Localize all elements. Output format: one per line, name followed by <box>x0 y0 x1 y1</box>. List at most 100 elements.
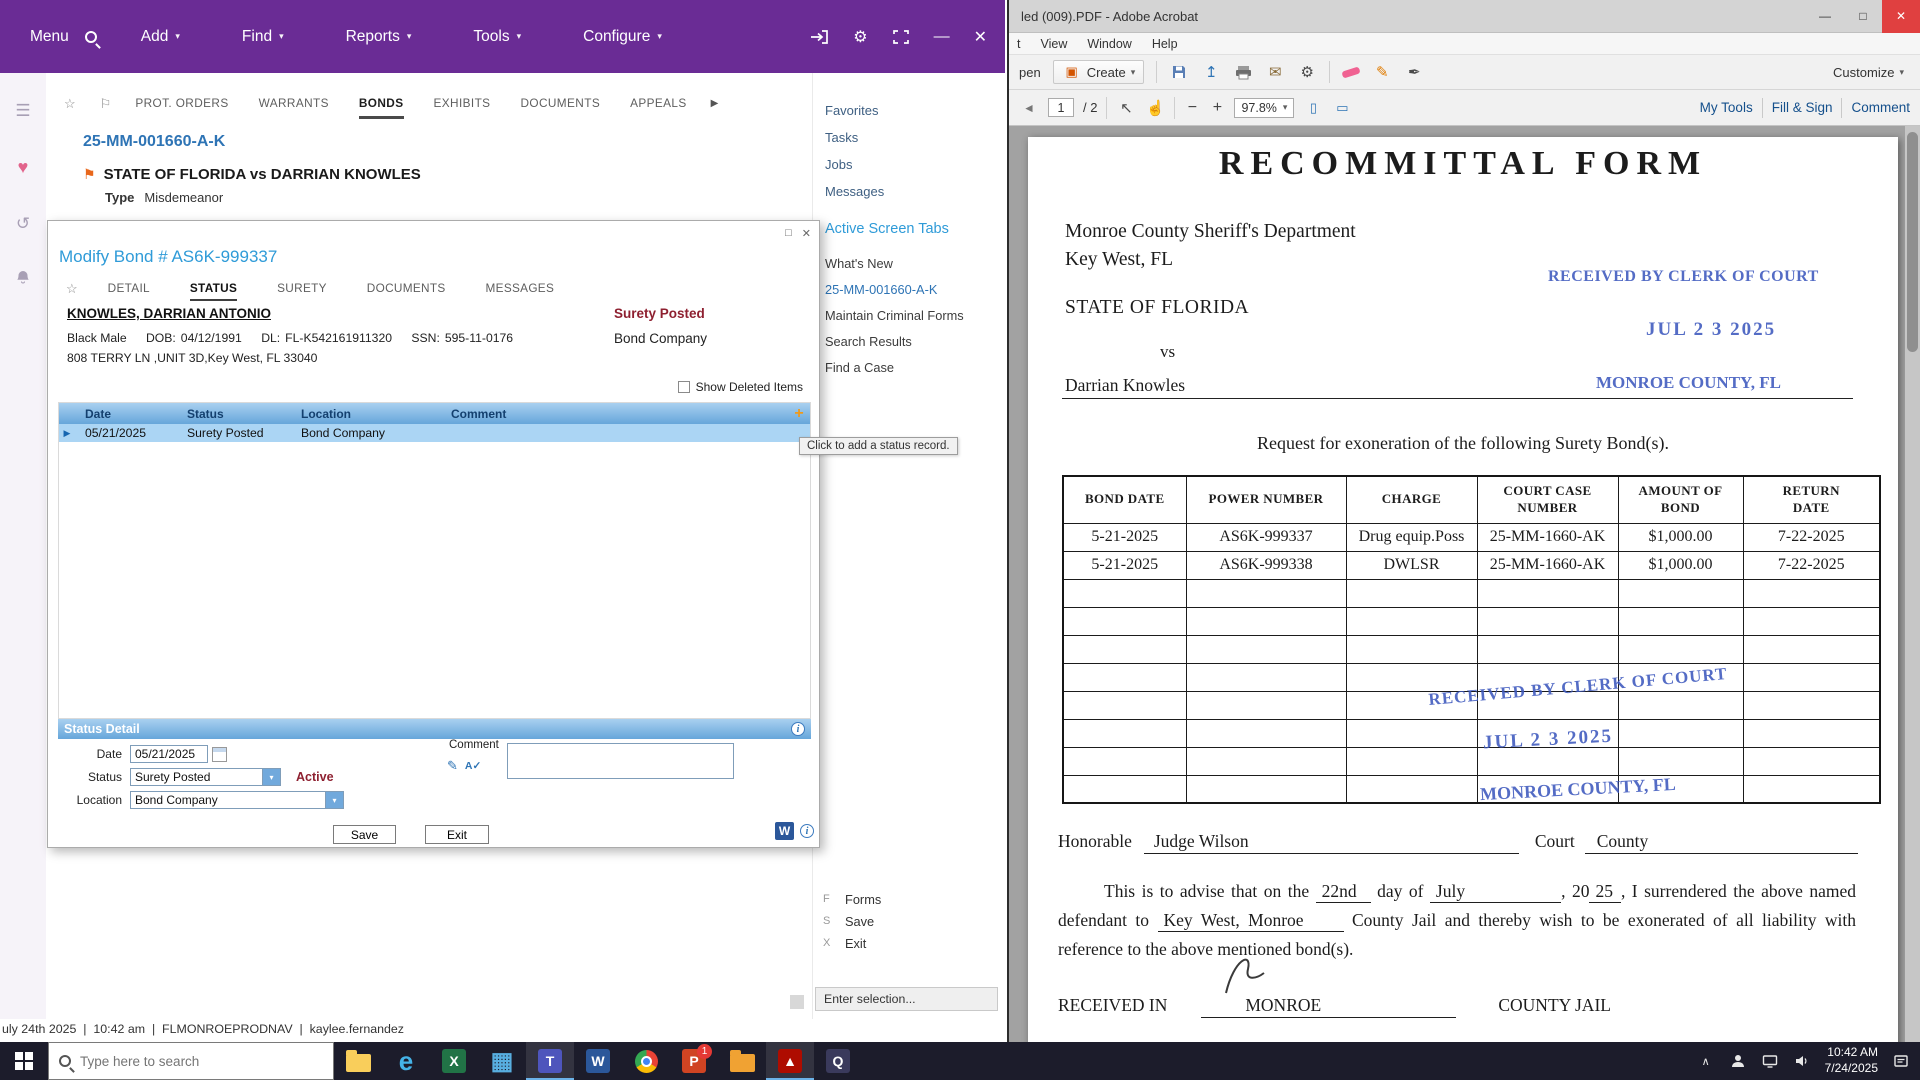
sidebar-link[interactable]: Jobs <box>825 157 884 184</box>
menu-window[interactable]: Window <box>1087 37 1131 51</box>
shortcut-item[interactable]: F Forms <box>823 888 998 910</box>
action-center-icon[interactable] <box>1892 1053 1910 1069</box>
open-in-new-icon[interactable] <box>810 29 829 45</box>
document-area[interactable]: RECOMMITTAL FORM Monroe County Sheriff's… <box>1009 126 1905 1042</box>
case-tab[interactable]: PROT. ORDERS <box>135 96 228 119</box>
close-icon[interactable]: ✕ <box>974 27 987 47</box>
exit-button[interactable]: Exit <box>425 825 489 844</box>
scrollbar[interactable] <box>1905 126 1920 1042</box>
screen-tab[interactable]: Maintain Criminal Forms <box>825 308 964 334</box>
hand-tool-icon[interactable]: ☝ <box>1145 99 1165 117</box>
checkbox-icon[interactable] <box>677 381 690 393</box>
comment-pane[interactable]: Comment <box>1851 100 1910 115</box>
settings-gear-icon[interactable]: ⚙ <box>853 27 867 47</box>
sidebar-link[interactable]: Favorites <box>825 103 884 130</box>
menu-help[interactable]: Help <box>1152 37 1178 51</box>
menu-dropdown[interactable]: Add ▾ <box>141 28 180 46</box>
fill-sign-pane[interactable]: Fill & Sign <box>1772 100 1833 115</box>
pen-icon[interactable]: ✎ <box>1372 63 1392 81</box>
star-icon[interactable]: ☆ <box>66 281 78 297</box>
column-comment[interactable]: Comment <box>451 407 788 421</box>
date-input[interactable] <box>130 745 208 763</box>
settings-gear-icon[interactable]: ⚙ <box>1297 63 1317 81</box>
case-tab[interactable]: APPEALS <box>630 96 687 119</box>
more-tabs-icon[interactable]: ▶ <box>711 98 719 109</box>
scrollbar-thumb[interactable] <box>1907 132 1918 352</box>
add-record-icon[interactable]: + <box>788 405 810 423</box>
single-page-icon[interactable]: ▯ <box>1303 100 1323 116</box>
close-icon[interactable]: ✕ <box>1882 0 1920 33</box>
app-grid-taskbar-icon[interactable]: ▦ <box>478 1042 526 1080</box>
column-location[interactable]: Location <box>301 407 451 421</box>
screen-tab[interactable]: Search Results <box>825 334 964 360</box>
customize-button[interactable]: Customize ▾ <box>1833 65 1904 80</box>
search-input[interactable] <box>80 1053 300 1069</box>
my-tools-pane[interactable]: My Tools <box>1700 100 1753 115</box>
save-icon[interactable] <box>1169 64 1189 80</box>
shortcut-item[interactable]: S Save <box>823 910 998 932</box>
case-tab[interactable]: WARRANTS <box>259 96 329 119</box>
dialog-maximize-icon[interactable]: □ <box>785 227 792 240</box>
dialog-tab[interactable]: SURETY <box>277 281 327 301</box>
edit-note-icon[interactable]: ✎ <box>447 758 458 774</box>
info-icon[interactable]: i <box>800 824 814 838</box>
folder-taskbar-icon[interactable] <box>718 1042 766 1080</box>
tray-expand-icon[interactable]: ∧ <box>1697 1055 1715 1068</box>
info-icon[interactable]: i <box>791 722 805 736</box>
spellcheck-icon[interactable]: A✓ <box>465 760 481 772</box>
dialog-tab[interactable]: STATUS <box>189 281 238 301</box>
signature-icon[interactable]: ✒ <box>1404 63 1424 81</box>
highlighter-icon[interactable] <box>1341 65 1361 79</box>
page-number-input[interactable]: 1 <box>1048 98 1074 117</box>
display-icon[interactable] <box>1761 1053 1779 1069</box>
sidebar-link[interactable]: Tasks <box>825 130 884 157</box>
edge-taskbar-icon[interactable]: e <box>382 1042 430 1080</box>
list-icon[interactable]: ☰ <box>15 101 30 121</box>
minimize-icon[interactable]: — <box>934 28 950 46</box>
column-date[interactable]: Date <box>75 407 187 421</box>
print-icon[interactable] <box>1233 65 1253 80</box>
menu-dropdown[interactable]: Tools ▾ <box>473 28 521 46</box>
dialog-tab[interactable]: DOCUMENTS <box>367 281 446 301</box>
zoom-in-icon[interactable]: + <box>1209 99 1225 117</box>
location-select[interactable] <box>130 791 326 809</box>
mail-icon[interactable]: ✉ <box>1265 63 1285 81</box>
clock[interactable]: 10:42 AM 7/24/2025 <box>1825 1045 1878 1076</box>
selection-input[interactable]: Enter selection... <box>815 987 998 1011</box>
status-row[interactable]: ▶ 05/21/2025 Surety Posted Bond Company <box>59 424 810 442</box>
status-select[interactable] <box>130 768 263 786</box>
menu-dropdown[interactable]: Find ▾ <box>242 28 284 46</box>
case-tab[interactable]: BONDS <box>358 96 404 119</box>
zoom-level-select[interactable]: 97.8% ▾ <box>1234 97 1295 118</box>
star-icon[interactable]: ☆ <box>64 96 76 112</box>
search-icon[interactable] <box>84 30 97 43</box>
powerpoint-taskbar-icon[interactable]: P1 <box>670 1042 718 1080</box>
case-number-link[interactable]: 25-MM-001660-A-K <box>83 133 225 151</box>
speaker-icon[interactable] <box>1793 1053 1811 1069</box>
create-button[interactable]: ▣ Create ▾ <box>1052 60 1145 84</box>
menu-view[interactable]: View <box>1040 37 1067 51</box>
show-deleted-checkbox[interactable]: Show Deleted Items <box>677 380 803 394</box>
word-icon[interactable]: W <box>775 822 794 840</box>
history-icon[interactable]: ↺ <box>16 214 30 234</box>
column-status[interactable]: Status <box>187 407 301 421</box>
menu-dropdown[interactable]: Reports ▾ <box>346 28 412 46</box>
maximize-icon[interactable]: □ <box>1844 0 1882 33</box>
minimize-icon[interactable]: — <box>1806 0 1844 33</box>
resize-grip[interactable] <box>790 995 804 1009</box>
focus-mode-icon[interactable] <box>892 29 910 45</box>
word-taskbar-icon[interactable]: W <box>574 1042 622 1080</box>
bell-icon[interactable] <box>15 270 31 291</box>
zoom-out-icon[interactable]: − <box>1184 99 1200 117</box>
dropdown-arrow-icon[interactable]: ▾ <box>263 768 281 786</box>
teams-taskbar-icon[interactable]: T <box>526 1042 574 1080</box>
menu-button[interactable]: Menu <box>30 28 69 46</box>
shortcut-item[interactable]: X Exit <box>823 932 998 954</box>
file-explorer-taskbar-icon[interactable] <box>334 1042 382 1080</box>
screen-tab[interactable]: What's New <box>825 256 964 282</box>
dialog-tab[interactable]: MESSAGES <box>486 281 555 301</box>
menu-dropdown[interactable]: Configure ▾ <box>583 28 662 46</box>
screen-tab[interactable]: 25-MM-001660-A-K <box>825 282 964 308</box>
taskbar-search[interactable] <box>48 1042 334 1080</box>
start-button[interactable] <box>0 1042 48 1080</box>
